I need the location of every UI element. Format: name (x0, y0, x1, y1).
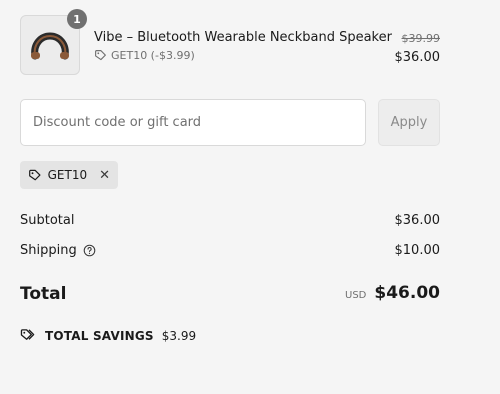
discount-code-input[interactable] (20, 99, 366, 146)
apply-button[interactable]: Apply (378, 99, 440, 146)
product-name: Vibe – Bluetooth Wearable Neckband Speak… (94, 30, 392, 45)
tag-icon (95, 50, 106, 61)
tag-icon (29, 169, 41, 180)
shipping-value: $10.00 (394, 243, 441, 258)
subtotal-label: Subtotal (20, 213, 75, 228)
original-price: $39.99 (401, 32, 441, 45)
help-circle-icon[interactable] (83, 244, 96, 257)
total-amount: $46.00 (374, 283, 440, 303)
tags-icon (20, 329, 35, 340)
close-icon[interactable]: ✕ (99, 168, 110, 183)
product-discount-text: GET10 (-$3.99) (111, 49, 195, 62)
total-value-group: USD $46.00 (345, 283, 440, 303)
currency-code: USD (345, 290, 367, 301)
shipping-row: Shipping (20, 243, 96, 258)
quantity-badge: 1 (67, 9, 87, 29)
applied-code-label: GET10 (47, 168, 88, 182)
product-price: $36.00 (394, 50, 441, 65)
total-savings-value: $3.99 (161, 328, 197, 343)
total-label: Total (20, 284, 67, 304)
applied-code-chip: GET10 ✕ (20, 161, 118, 189)
subtotal-value: $36.00 (394, 213, 441, 228)
shipping-label: Shipping (20, 243, 77, 258)
total-savings-label: TOTAL SAVINGS (45, 328, 154, 343)
product-discount: GET10 (-$3.99) (94, 49, 195, 62)
total-savings: TOTAL SAVINGS $3.99 (20, 328, 196, 343)
